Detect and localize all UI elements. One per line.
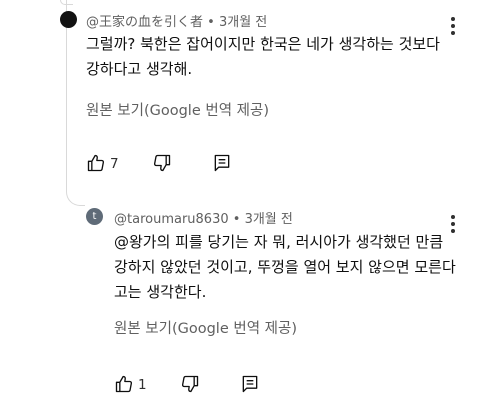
avatar[interactable]: t xyxy=(86,208,103,225)
comment-text: @왕가의 피를 당기는 자 뭐, 러시아가 생각했던 만큼 강하지 않았던 것이… xyxy=(114,233,456,301)
see-original-link[interactable]: 원본 보기(Google 번역 제공) xyxy=(114,317,297,338)
like-count: 7 xyxy=(110,156,119,172)
author-name[interactable]: @王家の血を引く者 xyxy=(86,15,203,30)
comment-header: @王家の血を引く者 • 3개월 전 xyxy=(86,11,267,30)
reply-icon[interactable] xyxy=(212,153,232,173)
avatar[interactable] xyxy=(60,11,77,28)
timestamp: • 3개월 전 xyxy=(207,15,268,30)
like-icon[interactable] xyxy=(114,374,134,394)
like-icon[interactable] xyxy=(86,153,106,173)
see-original-link[interactable]: 원본 보기(Google 번역 제공) xyxy=(86,99,269,120)
comment-text: 그럴까? 북한은 잡어이지만 한국은 네가 생각하는 것보다 강하다고 생각해. xyxy=(86,35,440,78)
comment-header: @taroumaru8630 • 3개월 전 xyxy=(114,208,293,227)
reply-icon[interactable] xyxy=(240,374,260,394)
dislike-icon[interactable] xyxy=(152,153,172,173)
thread-connector xyxy=(66,0,85,206)
dislike-icon[interactable] xyxy=(180,374,200,394)
author-name[interactable]: @taroumaru8630 xyxy=(114,212,229,227)
like-count: 1 xyxy=(138,377,147,393)
timestamp: • 3개월 전 xyxy=(232,212,293,227)
